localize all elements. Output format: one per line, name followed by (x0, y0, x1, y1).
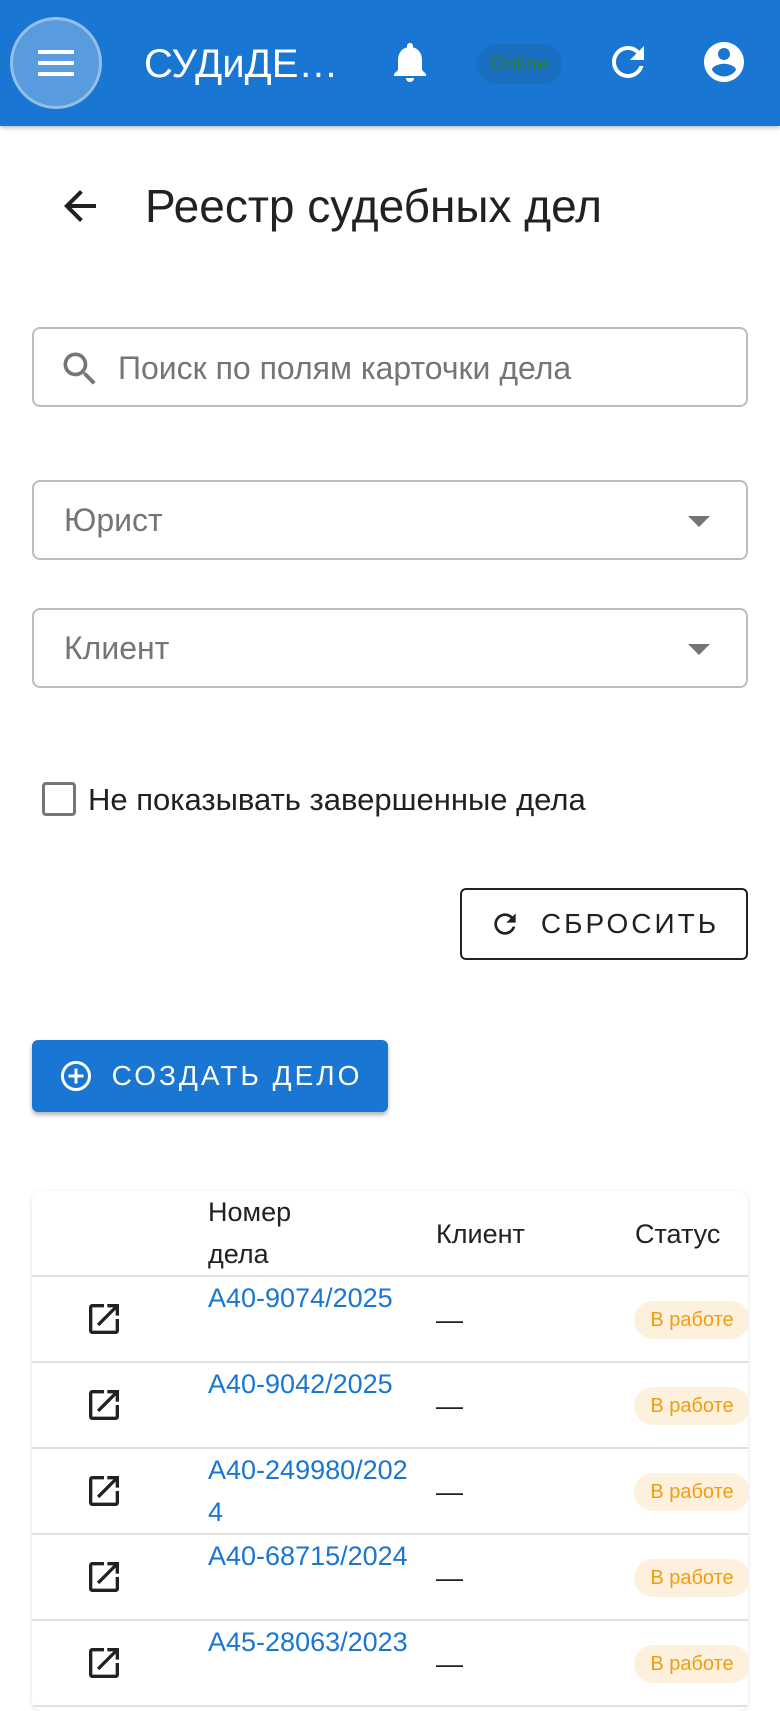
table-row: А40-9074/2025 — В работе (32, 1277, 748, 1363)
case-client: — (436, 1391, 463, 1421)
reset-button-label: СБРОСИТЬ (540, 908, 720, 939)
table-row: А40-9042/2025 — В работе (32, 1363, 748, 1449)
open-in-new-icon[interactable] (84, 1385, 124, 1425)
case-number-link[interactable]: А40-249980/2024 (208, 1449, 408, 1533)
account-circle-icon (704, 42, 744, 82)
table-row: А40-249980/2024 — В работе (32, 1449, 748, 1535)
case-client: — (436, 1649, 463, 1679)
reset-button[interactable]: СБРОСИТЬ (460, 888, 748, 960)
case-number-link[interactable]: А45-28063/2023 (208, 1621, 408, 1663)
case-client: — (436, 1477, 463, 1507)
column-header-number[interactable]: Номер дела (208, 1191, 328, 1275)
create-case-button[interactable]: СОЗДАТЬ ДЕЛО (32, 1040, 388, 1112)
dropdown-arrow-icon (688, 516, 710, 527)
cases-table: Номер дела Клиент Статус А40-9074/2025 —… (32, 1191, 748, 1711)
status-badge: В работе (634, 1473, 748, 1511)
column-header-client[interactable]: Клиент (436, 1213, 525, 1255)
add-circle-icon (60, 1061, 91, 1091)
menu-button[interactable] (10, 17, 102, 109)
hide-completed-label: Не показывать завершенные дела (88, 782, 586, 817)
case-number-link[interactable]: А40-68715/2024 (208, 1535, 408, 1577)
client-select-label: Клиент (64, 630, 170, 666)
table-header: Номер дела Клиент Статус (32, 1191, 748, 1277)
open-in-new-icon[interactable] (84, 1299, 124, 1339)
app-title: СУДиДЕЛО (144, 42, 354, 86)
case-number-link[interactable]: А40-9042/2025 (208, 1363, 408, 1405)
account-button[interactable] (700, 38, 748, 86)
search-icon (63, 352, 96, 385)
online-status-badge: Online (476, 44, 562, 84)
table-row: А40-68715/2024 — В работе (32, 1535, 748, 1621)
back-button[interactable] (56, 182, 104, 230)
case-client: — (436, 1305, 463, 1335)
client-select[interactable]: Клиент (32, 608, 748, 688)
refresh-icon (494, 913, 516, 935)
lawyer-select[interactable]: Юрист (32, 480, 748, 560)
app-bar: СУДиДЕЛО Online (0, 0, 780, 126)
status-badge: В работе (634, 1301, 748, 1339)
search-field (32, 327, 748, 407)
arrow-back-icon (64, 190, 96, 222)
column-header-status[interactable]: Статус (635, 1213, 720, 1255)
open-in-new-icon[interactable] (84, 1471, 124, 1511)
menu-icon (38, 50, 74, 76)
case-number-link[interactable]: А40-9074/2025 (208, 1277, 408, 1319)
hide-completed-checkbox[interactable] (42, 782, 76, 816)
page-title: Реестр судебных дел (145, 180, 602, 232)
open-in-new-icon[interactable] (84, 1643, 124, 1683)
lawyer-select-label: Юрист (64, 502, 163, 538)
create-case-button-label: СОЗДАТЬ ДЕЛО (111, 1060, 363, 1091)
table-row: А45-28063/2023 — В работе (32, 1621, 748, 1707)
status-badge: В работе (634, 1387, 748, 1425)
bell-icon (394, 43, 426, 82)
status-badge: В работе (634, 1645, 748, 1683)
refresh-icon (612, 46, 644, 78)
refresh-button[interactable] (604, 38, 652, 86)
notifications-button[interactable] (386, 38, 434, 86)
search-input[interactable] (116, 329, 720, 407)
dropdown-arrow-icon (688, 644, 710, 655)
status-badge: В работе (634, 1559, 748, 1597)
case-client: — (436, 1563, 463, 1593)
open-in-new-icon[interactable] (84, 1557, 124, 1597)
